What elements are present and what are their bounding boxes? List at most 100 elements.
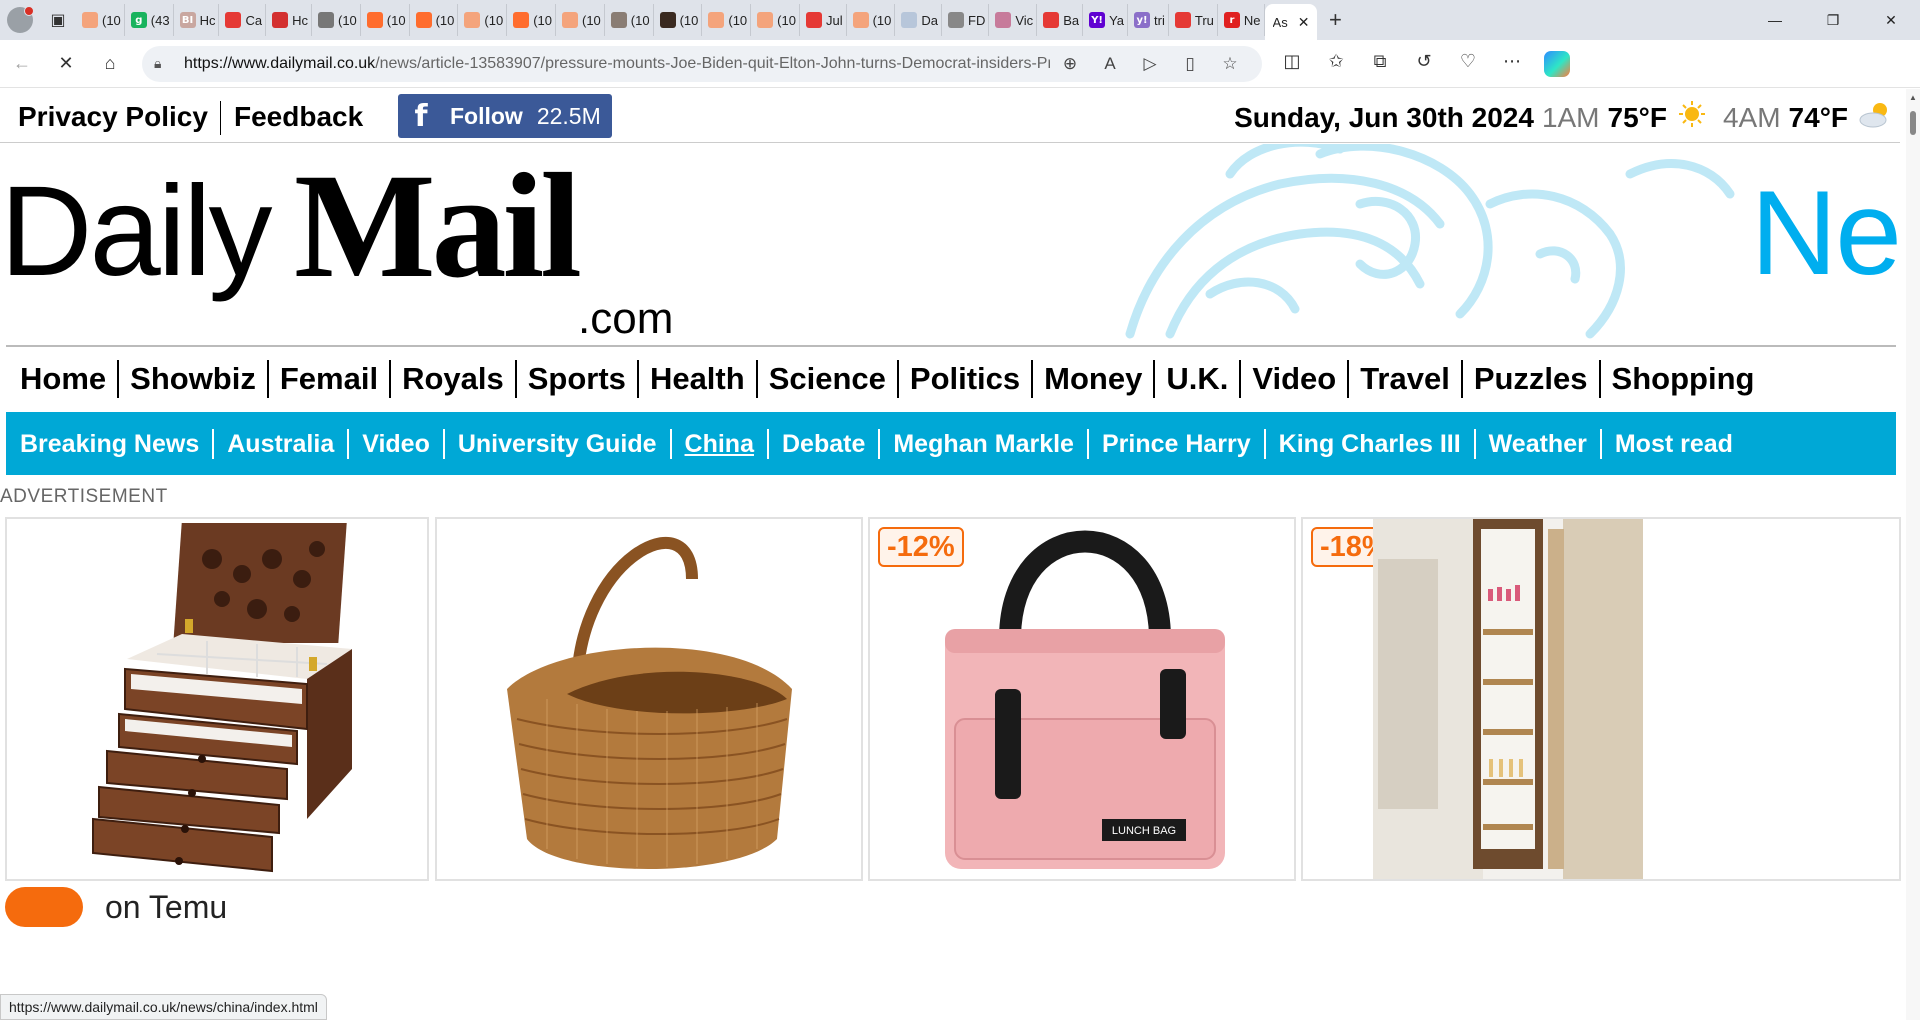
browser-tab[interactable]: y! tri: [1128, 4, 1169, 36]
browser-tab[interactable]: (10: [76, 4, 125, 36]
browser-tab[interactable]: (10: [654, 4, 703, 36]
browser-tab[interactable]: Ca: [219, 4, 267, 36]
browser-tab[interactable]: (10: [556, 4, 605, 36]
favorites-icon[interactable]: ✩: [1314, 51, 1358, 77]
product-card[interactable]: -12% LUNCH BAG: [868, 517, 1296, 881]
browser-tab[interactable]: g (43: [125, 4, 174, 36]
privacy-policy-link[interactable]: Privacy Policy: [18, 101, 208, 133]
sub-nav-item[interactable]: University Guide: [445, 428, 672, 459]
more-menu-icon[interactable]: ⋯: [1490, 51, 1534, 77]
zoom-icon[interactable]: ⊕: [1050, 54, 1090, 74]
scroll-thumb[interactable]: [1910, 111, 1916, 135]
copilot-icon[interactable]: [1544, 50, 1570, 77]
product-card[interactable]: [435, 517, 863, 881]
browser-tab[interactable]: (10: [605, 4, 654, 36]
temu-logo-pill[interactable]: [5, 887, 83, 927]
scroll-up-icon[interactable]: ▲: [1909, 93, 1917, 102]
split-screen-icon[interactable]: ◫: [1270, 51, 1314, 77]
sub-nav-item[interactable]: Breaking News: [20, 428, 215, 459]
main-nav-item[interactable]: Femail: [269, 360, 392, 398]
tab-favicon-icon: [1043, 12, 1060, 28]
tab-favicon-icon: [708, 12, 725, 28]
lock-icon[interactable]: 🔒︎: [154, 55, 176, 72]
sub-nav-item[interactable]: Video: [349, 428, 445, 459]
wicker-basket-image: [507, 536, 792, 869]
browser-tab[interactable]: Tru: [1169, 4, 1218, 36]
browser-tab[interactable]: Ba: [1037, 4, 1084, 36]
browser-tab[interactable]: (10: [847, 4, 896, 36]
minimize-button[interactable]: —: [1746, 0, 1804, 40]
feedback-link[interactable]: Feedback: [234, 101, 363, 133]
sub-nav-item[interactable]: Australia: [214, 428, 350, 459]
tab-actions-icon[interactable]: ▣: [40, 2, 76, 38]
browser-tab[interactable]: (10: [507, 4, 556, 36]
browser-tab[interactable]: BI Hc: [174, 4, 220, 36]
tab-favicon-icon: [366, 12, 383, 28]
main-nav-item[interactable]: Showbiz: [119, 360, 269, 398]
tab-title: (10: [728, 12, 748, 28]
divider: [220, 101, 221, 135]
sub-nav-item[interactable]: King Charles III: [1266, 428, 1476, 459]
temu-promo-text[interactable]: on Temu: [105, 889, 227, 926]
browser-tab[interactable]: (10: [312, 4, 361, 36]
main-nav-item[interactable]: Video: [1241, 360, 1350, 398]
url-text[interactable]: https://www.dailymail.co.uk/news/article…: [184, 55, 1050, 73]
home-icon[interactable]: ⌂: [88, 44, 132, 84]
tab-title: (43: [150, 12, 170, 28]
main-nav-item[interactable]: Sports: [517, 360, 639, 398]
favorite-star-icon[interactable]: ☆: [1210, 54, 1250, 74]
tab-title: (10: [679, 12, 699, 28]
tab-title: Ba: [1063, 12, 1080, 28]
product-card[interactable]: -18%: [1301, 517, 1901, 881]
browser-tab[interactable]: Vic: [989, 4, 1038, 36]
browser-essentials-icon[interactable]: ♡: [1446, 51, 1490, 77]
media-icon[interactable]: ▷: [1130, 54, 1170, 74]
main-nav-item[interactable]: Royals: [391, 360, 517, 398]
history-icon[interactable]: ↺: [1402, 51, 1446, 77]
active-tab[interactable]: As ✕: [1264, 4, 1318, 40]
sub-nav-item[interactable]: China: [672, 428, 769, 459]
browser-tab[interactable]: r Ne: [1218, 4, 1265, 36]
sub-nav-item[interactable]: Prince Harry: [1089, 428, 1266, 459]
tab-favicon-icon: [513, 12, 530, 28]
address-bar[interactable]: 🔒︎ https://www.dailymail.co.uk/news/arti…: [142, 45, 1262, 82]
new-tab-button[interactable]: +: [1317, 7, 1353, 33]
browser-tab[interactable]: Jul: [800, 4, 847, 36]
main-nav-item[interactable]: U.K.: [1155, 360, 1242, 398]
browser-tab[interactable]: Y! Ya: [1083, 4, 1129, 36]
sub-nav-item[interactable]: Debate: [769, 428, 881, 459]
read-aloud-icon[interactable]: A: [1090, 54, 1130, 74]
browser-tab[interactable]: (10: [410, 4, 459, 36]
collections-icon[interactable]: ⧉: [1358, 51, 1402, 77]
main-nav-item[interactable]: Money: [1033, 360, 1156, 398]
main-nav-item[interactable]: Travel: [1349, 360, 1463, 398]
sub-nav-item[interactable]: Most read: [1602, 429, 1746, 459]
browser-tab[interactable]: (10: [702, 4, 752, 36]
sub-nav-item[interactable]: Meghan Markle: [880, 428, 1089, 459]
back-icon[interactable]: ←: [0, 44, 44, 84]
sub-nav-item[interactable]: Weather: [1476, 428, 1602, 459]
browser-tab[interactable]: (10: [361, 4, 410, 36]
main-nav-item[interactable]: Shopping: [1601, 360, 1766, 398]
masthead-banner: Ne: [1110, 144, 1900, 344]
facebook-follow-button[interactable]: f Follow 22.5M: [398, 94, 612, 138]
restore-button[interactable]: ❐: [1804, 0, 1862, 40]
page-scrollbar[interactable]: ▲: [1906, 89, 1920, 1020]
browser-tab[interactable]: Da: [895, 4, 943, 36]
main-nav-item[interactable]: Home: [20, 360, 120, 398]
browser-tab[interactable]: (10: [458, 4, 508, 36]
product-card[interactable]: [5, 517, 429, 881]
profile-button[interactable]: [0, 0, 40, 40]
browser-tab[interactable]: Hc: [266, 4, 312, 36]
stop-loading-icon[interactable]: ✕: [44, 44, 88, 84]
main-nav-item[interactable]: Politics: [899, 360, 1034, 398]
browser-tab[interactable]: (10: [751, 4, 800, 36]
immersive-reader-icon[interactable]: ▯: [1170, 54, 1210, 74]
browser-tab[interactable]: FD: [942, 4, 990, 36]
close-window-button[interactable]: ✕: [1862, 0, 1920, 40]
main-nav-item[interactable]: Science: [758, 360, 899, 398]
main-nav-item[interactable]: Puzzles: [1463, 360, 1601, 398]
close-tab-icon[interactable]: ✕: [1298, 14, 1310, 31]
main-nav-item[interactable]: Health: [639, 360, 758, 398]
main-nav: Home Showbiz Femail Royals Sports Health Scien…: [6, 345, 1896, 411]
